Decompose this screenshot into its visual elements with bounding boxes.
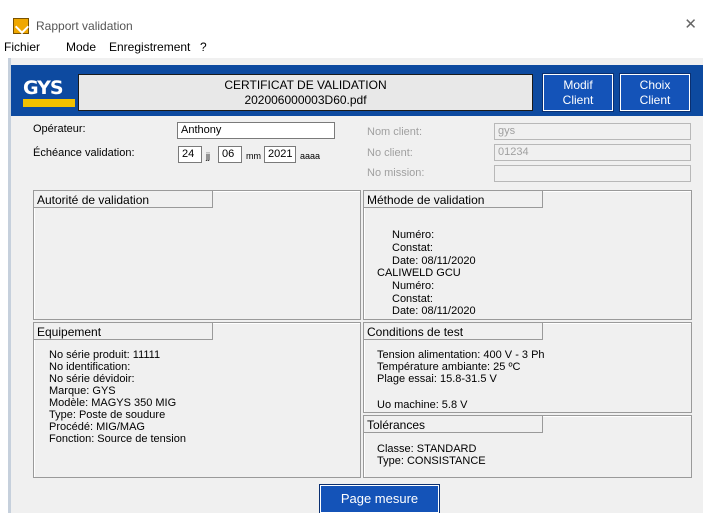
equipement-line: No série produit: 11111 bbox=[49, 349, 161, 361]
day-unit: jj bbox=[206, 151, 210, 161]
logo-text: GYS bbox=[23, 77, 64, 99]
page-mesure-button[interactable]: Page mesure bbox=[319, 484, 440, 513]
tolerances-title: Tolérances bbox=[363, 415, 543, 433]
conditions-line: Plage essai: 15.8-31.5 V bbox=[377, 373, 497, 385]
no-mission-field bbox=[494, 165, 691, 182]
methode-line: Date: 08/11/2020 bbox=[392, 255, 476, 267]
menu-bar: Fichier Mode Enregistrement ? bbox=[0, 37, 703, 58]
menu-help[interactable]: ? bbox=[200, 40, 207, 54]
conditions-title: Conditions de test bbox=[363, 322, 543, 340]
app-icon bbox=[13, 18, 29, 34]
methode-line: Constat: bbox=[392, 242, 433, 254]
conditions-panel: Conditions de test Tension alimentation:… bbox=[363, 322, 692, 413]
tolerances-line: Type: CONSISTANCE bbox=[377, 455, 486, 467]
close-icon[interactable]: ✕ bbox=[684, 15, 697, 33]
conditions-line: Température ambiante: 25 ºC bbox=[377, 361, 521, 373]
modif-client-button[interactable]: Modif Client bbox=[542, 73, 614, 112]
month-unit: mm bbox=[246, 151, 261, 161]
month-field[interactable]: 06 bbox=[218, 146, 242, 163]
equipement-line: Type: Poste de soudure bbox=[49, 409, 166, 421]
equipement-line: No identification: bbox=[49, 361, 131, 373]
conditions-line: Tension alimentation: 400 V - 3 Ph bbox=[377, 349, 545, 361]
nom-client-field: gys bbox=[494, 123, 691, 140]
menu-enregistrement[interactable]: Enregistrement bbox=[109, 40, 190, 54]
choix-client-line1: Choix bbox=[639, 78, 671, 92]
methode-line: Date: 08/11/2020 bbox=[392, 305, 476, 317]
modif-client-line2: Client bbox=[562, 93, 594, 107]
methode-line: Numéro: bbox=[392, 229, 435, 241]
equipement-line: Fonction: Source de tension bbox=[49, 433, 186, 445]
certificate-file: 202006000003D60.pdf bbox=[244, 93, 367, 107]
certificate-title: CERTIFICAT DE VALIDATION bbox=[224, 78, 387, 92]
equipement-line: Marque: GYS bbox=[49, 385, 116, 397]
left-edge bbox=[0, 58, 11, 513]
year-unit: aaaa bbox=[300, 151, 321, 161]
nom-client-label: Nom client: bbox=[367, 126, 423, 138]
conditions-line: Uo machine: 5.8 V bbox=[377, 399, 468, 411]
equipement-title: Equipement bbox=[33, 322, 213, 340]
window-title: Rapport validation bbox=[36, 19, 133, 33]
year-field[interactable]: 2021 bbox=[264, 146, 296, 163]
tolerances-panel: Tolérances Classe: STANDARD Type: CONSIS… bbox=[363, 415, 692, 478]
autorite-panel: Autorité de validation bbox=[33, 190, 361, 320]
methode-line: CALIWELD GCU bbox=[377, 267, 461, 279]
no-client-label: No client: bbox=[367, 147, 413, 159]
autorite-title: Autorité de validation bbox=[33, 190, 213, 208]
no-mission-label: No mission: bbox=[367, 167, 425, 179]
equipement-panel: Equipement No série produit: 11111 No id… bbox=[33, 322, 361, 478]
certificate-box: CERTIFICAT DE VALIDATION 202006000003D60… bbox=[78, 74, 533, 111]
menu-fichier[interactable]: Fichier bbox=[4, 40, 40, 54]
modif-client-line1: Modif bbox=[563, 78, 593, 92]
methode-panel: Méthode de validation Numéro: Constat: D… bbox=[363, 190, 692, 320]
methode-line: Numéro: bbox=[392, 280, 435, 292]
equipement-line: No série dévidoir: bbox=[49, 373, 135, 385]
methode-line: Constat: bbox=[392, 293, 433, 305]
gys-logo: GYS bbox=[23, 77, 75, 111]
choix-client-line2: Client bbox=[639, 93, 671, 107]
operateur-label: Opérateur: bbox=[33, 123, 86, 135]
menu-mode[interactable]: Mode bbox=[66, 40, 96, 54]
equipement-line: Modèle: MAGYS 350 MIG bbox=[49, 397, 177, 409]
methode-title: Méthode de validation bbox=[363, 190, 543, 208]
window-titlebar: Rapport validation ✕ bbox=[0, 0, 703, 36]
equipement-line: Procédé: MIG/MAG bbox=[49, 421, 145, 433]
choix-client-button[interactable]: Choix Client bbox=[619, 73, 691, 112]
echeance-label: Échéance validation: bbox=[33, 147, 135, 159]
tolerances-line: Classe: STANDARD bbox=[377, 443, 477, 455]
operateur-field[interactable]: Anthony bbox=[177, 122, 335, 139]
no-client-field: 01234 bbox=[494, 144, 691, 161]
day-field[interactable]: 24 bbox=[178, 146, 202, 163]
